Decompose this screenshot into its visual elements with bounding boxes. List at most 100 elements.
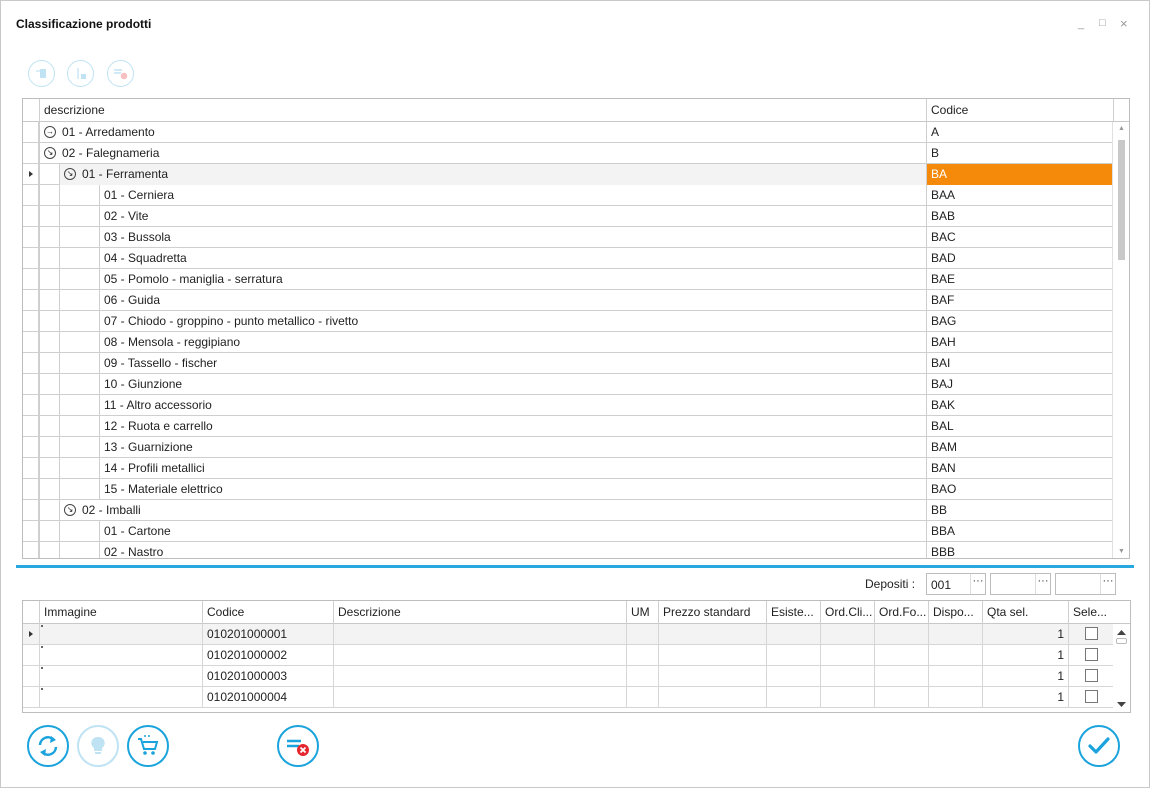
row-indicator[interactable] [23, 185, 39, 206]
expand-node-icon[interactable]: → [44, 126, 56, 138]
grid-header-2[interactable]: Descrizione [333, 601, 626, 624]
deposito-browse-1[interactable]: ··· [970, 574, 985, 594]
tree-row-description-cell[interactable]: → 01 - Arredamento [39, 122, 926, 143]
row-indicator[interactable] [23, 687, 39, 708]
tree-row-description-cell[interactable]: 09 - Tassello - fischer [99, 353, 926, 374]
grid-header-0[interactable]: Immagine [39, 601, 202, 624]
tree-row[interactable]: 15 - Materiale elettrico BAO [23, 479, 1113, 500]
tree-row-code[interactable]: BAE [926, 269, 1113, 290]
tree-row-code[interactable]: BBB [926, 542, 1113, 558]
product-cell[interactable] [820, 666, 874, 687]
tree-row[interactable]: 02 - Nastro BBB [23, 542, 1113, 558]
tree-row[interactable]: 08 - Mensola - reggipiano BAH [23, 332, 1113, 353]
tree-header-code[interactable]: Codice [926, 99, 1113, 122]
product-cell[interactable] [766, 645, 820, 666]
product-cell[interactable] [928, 645, 982, 666]
tree-row[interactable]: 01 - Cartone BBA [23, 521, 1113, 542]
row-indicator[interactable] [23, 645, 39, 666]
close-button[interactable]: × [1120, 16, 1128, 31]
tree-row-code[interactable]: BAC [926, 227, 1113, 248]
tree-row-code[interactable]: BAI [926, 353, 1113, 374]
product-cell[interactable] [820, 624, 874, 645]
tree-header-description[interactable]: descrizione [39, 99, 926, 122]
row-indicator[interactable] [23, 542, 39, 558]
row-indicator[interactable] [23, 332, 39, 353]
tree-row-description-cell[interactable]: 15 - Materiale elettrico [99, 479, 926, 500]
row-indicator[interactable] [23, 500, 39, 521]
row-indicator[interactable] [23, 437, 39, 458]
product-qty-cell[interactable]: 1 [982, 666, 1068, 687]
row-indicator[interactable] [23, 374, 39, 395]
product-image-cell[interactable] [39, 666, 202, 687]
grid-header-4[interactable]: Prezzo standard [658, 601, 766, 624]
grid-header-1[interactable]: Codice [202, 601, 333, 624]
select-checkbox[interactable] [1085, 627, 1098, 640]
add-child-button[interactable] [67, 60, 94, 87]
product-image-cell[interactable] [39, 624, 202, 645]
tree-row[interactable]: 02 - Vite BAB [23, 206, 1113, 227]
product-cell[interactable] [626, 666, 658, 687]
product-image-cell[interactable] [39, 687, 202, 708]
tree-row-description-cell[interactable]: 01 - Cerniera [99, 185, 926, 206]
row-indicator[interactable] [23, 122, 39, 143]
tree-row[interactable]: 09 - Tassello - fischer BAI [23, 353, 1113, 374]
product-cell[interactable] [874, 666, 928, 687]
grid-scroll-thumb[interactable] [1116, 638, 1127, 644]
tree-row-description-cell[interactable]: 06 - Guida [99, 290, 926, 311]
product-cell[interactable] [928, 687, 982, 708]
product-cell[interactable] [658, 687, 766, 708]
product-cell[interactable] [928, 624, 982, 645]
grid-header-10[interactable]: Sele... [1068, 601, 1113, 624]
row-indicator[interactable] [23, 666, 39, 687]
product-select-cell[interactable] [1068, 624, 1113, 645]
tree-row-description-cell[interactable]: 10 - Giunzione [99, 374, 926, 395]
collapse-node-icon[interactable]: ↘ [44, 147, 56, 159]
row-indicator[interactable] [23, 458, 39, 479]
minimize-button[interactable]: _ [1078, 18, 1084, 30]
grid-header-6[interactable]: Ord.Cli... [820, 601, 874, 624]
row-indicator[interactable] [23, 521, 39, 542]
product-cell[interactable] [766, 687, 820, 708]
tree-row-description-cell[interactable]: 04 - Squadretta [99, 248, 926, 269]
product-row[interactable]: 010201000004 1 [23, 687, 1113, 708]
grid-header-5[interactable]: Esiste... [766, 601, 820, 624]
product-cell[interactable] [874, 624, 928, 645]
tree-row-description-cell[interactable]: ↘ 02 - Imballi [59, 500, 926, 521]
product-row[interactable]: 010201000002 1 [23, 645, 1113, 666]
deposito-browse-3[interactable]: ··· [1100, 574, 1115, 594]
tree-row-code[interactable]: BAO [926, 479, 1113, 500]
tree-row[interactable]: 12 - Ruota e carrello BAL [23, 416, 1113, 437]
product-cell[interactable] [626, 624, 658, 645]
select-checkbox[interactable] [1085, 669, 1098, 682]
tree-row-code[interactable]: BAD [926, 248, 1113, 269]
tree-row-code[interactable]: B [926, 143, 1113, 164]
row-indicator[interactable] [23, 395, 39, 416]
scroll-down-icon[interactable]: ▼ [1118, 548, 1125, 555]
classification-tree[interactable]: descrizione Codice → 01 - Arredamento A ↘ 02… [22, 98, 1130, 559]
product-cell[interactable] [626, 687, 658, 708]
tree-row-description-cell[interactable]: 07 - Chiodo - groppino - punto metallico… [99, 311, 926, 332]
product-row[interactable]: 010201000001 1 [23, 624, 1113, 645]
tree-row-code[interactable]: BAG [926, 311, 1113, 332]
tree-scrollbar[interactable]: ▲ ▼ [1112, 122, 1129, 558]
tree-row-description-cell[interactable]: 03 - Bussola [99, 227, 926, 248]
tree-row[interactable]: 03 - Bussola BAC [23, 227, 1113, 248]
tree-row[interactable]: → 01 - Arredamento A [23, 122, 1113, 143]
tree-row-code[interactable]: BAA [926, 185, 1113, 206]
tree-row-code[interactable]: BAM [926, 437, 1113, 458]
product-code-cell[interactable]: 010201000001 [202, 624, 333, 645]
product-cell[interactable] [928, 666, 982, 687]
tree-row-code[interactable]: BAJ [926, 374, 1113, 395]
product-code-cell[interactable]: 010201000004 [202, 687, 333, 708]
clear-selection-button[interactable] [277, 725, 319, 767]
tree-row-description-cell[interactable]: 14 - Profili metallici [99, 458, 926, 479]
tree-row-code[interactable]: BAH [926, 332, 1113, 353]
current-row-indicator[interactable] [23, 164, 39, 185]
row-indicator[interactable] [23, 479, 39, 500]
product-cell[interactable] [820, 687, 874, 708]
deposito-browse-2[interactable]: ··· [1035, 574, 1050, 594]
row-indicator[interactable] [23, 290, 39, 311]
tree-row-description-cell[interactable]: 05 - Pomolo - maniglia - serratura [99, 269, 926, 290]
product-cell[interactable] [874, 645, 928, 666]
row-indicator[interactable] [23, 311, 39, 332]
